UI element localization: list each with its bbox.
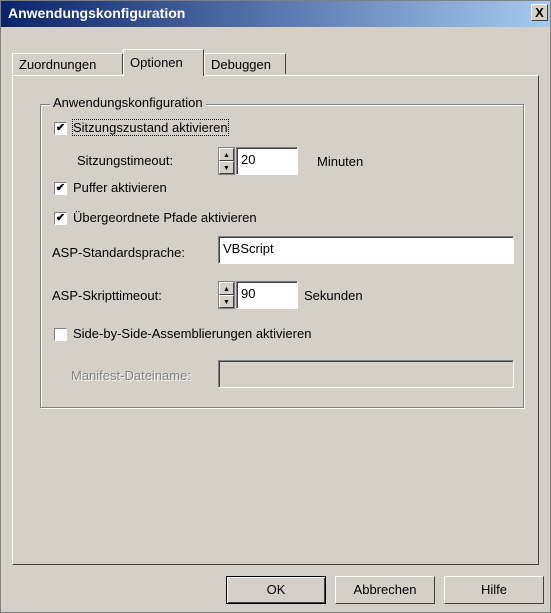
session-timeout-label: Sitzungstimeout: <box>77 153 174 168</box>
spin-up-icon[interactable]: ▲ <box>219 148 234 161</box>
asp-language-label: ASP-Standardsprache: <box>52 245 185 260</box>
session-timeout-input[interactable]: 20 <box>236 147 298 175</box>
spin-down-icon[interactable]: ▼ <box>219 295 234 308</box>
window-title: Anwendungskonfiguration <box>8 5 186 21</box>
buffer-label[interactable]: Puffer aktivieren <box>73 180 167 195</box>
tab-debuggen-label: Debuggen <box>211 57 271 72</box>
help-button[interactable]: Hilfe <box>444 576 544 604</box>
parent-paths-label[interactable]: Übergeordnete Pfade aktivieren <box>73 210 257 225</box>
tab-zuordnungen[interactable]: Zuordnungen <box>12 53 123 74</box>
title-bar[interactable]: Anwendungskonfiguration X <box>1 1 550 27</box>
dialog-window: Anwendungskonfiguration X Zuordnungen Op… <box>0 0 551 613</box>
asp-timeout-label: ASP-Skripttimeout: <box>52 288 162 303</box>
spin-down-icon[interactable]: ▼ <box>219 161 234 174</box>
cancel-button[interactable]: Abbrechen <box>335 576 435 604</box>
side-by-side-checkbox[interactable] <box>54 328 67 341</box>
tab-zuordnungen-label: Zuordnungen <box>19 57 97 72</box>
spin-up-icon[interactable]: ▲ <box>219 282 234 295</box>
side-by-side-label[interactable]: Side-by-Side-Assemblierungen aktivieren <box>73 326 311 341</box>
asp-timeout-input[interactable]: 90 <box>236 281 298 309</box>
groupbox-title: Anwendungskonfiguration <box>50 95 206 110</box>
parent-paths-checkbox[interactable]: ✔ <box>54 212 67 225</box>
manifest-label: Manifest-Dateiname: <box>71 368 191 383</box>
asp-timeout-spinner[interactable]: ▲ ▼ <box>218 281 235 309</box>
session-state-checkbox[interactable]: ✔ <box>54 122 67 135</box>
asp-language-input[interactable]: VBScript <box>218 236 514 264</box>
tab-debuggen[interactable]: Debuggen <box>204 53 286 74</box>
tab-optionen[interactable]: Optionen <box>123 49 204 76</box>
session-timeout-unit: Minuten <box>317 154 364 169</box>
session-timeout-spinner[interactable]: ▲ ▼ <box>218 147 235 175</box>
session-state-label[interactable]: Sitzungszustand aktivieren <box>72 119 229 136</box>
ok-button[interactable]: OK <box>226 576 326 604</box>
buffer-checkbox[interactable]: ✔ <box>54 182 67 195</box>
close-button[interactable]: X <box>531 4 548 21</box>
tab-optionen-label: Optionen <box>130 55 183 70</box>
manifest-input <box>218 360 514 388</box>
asp-timeout-unit: Sekunden <box>304 288 363 303</box>
